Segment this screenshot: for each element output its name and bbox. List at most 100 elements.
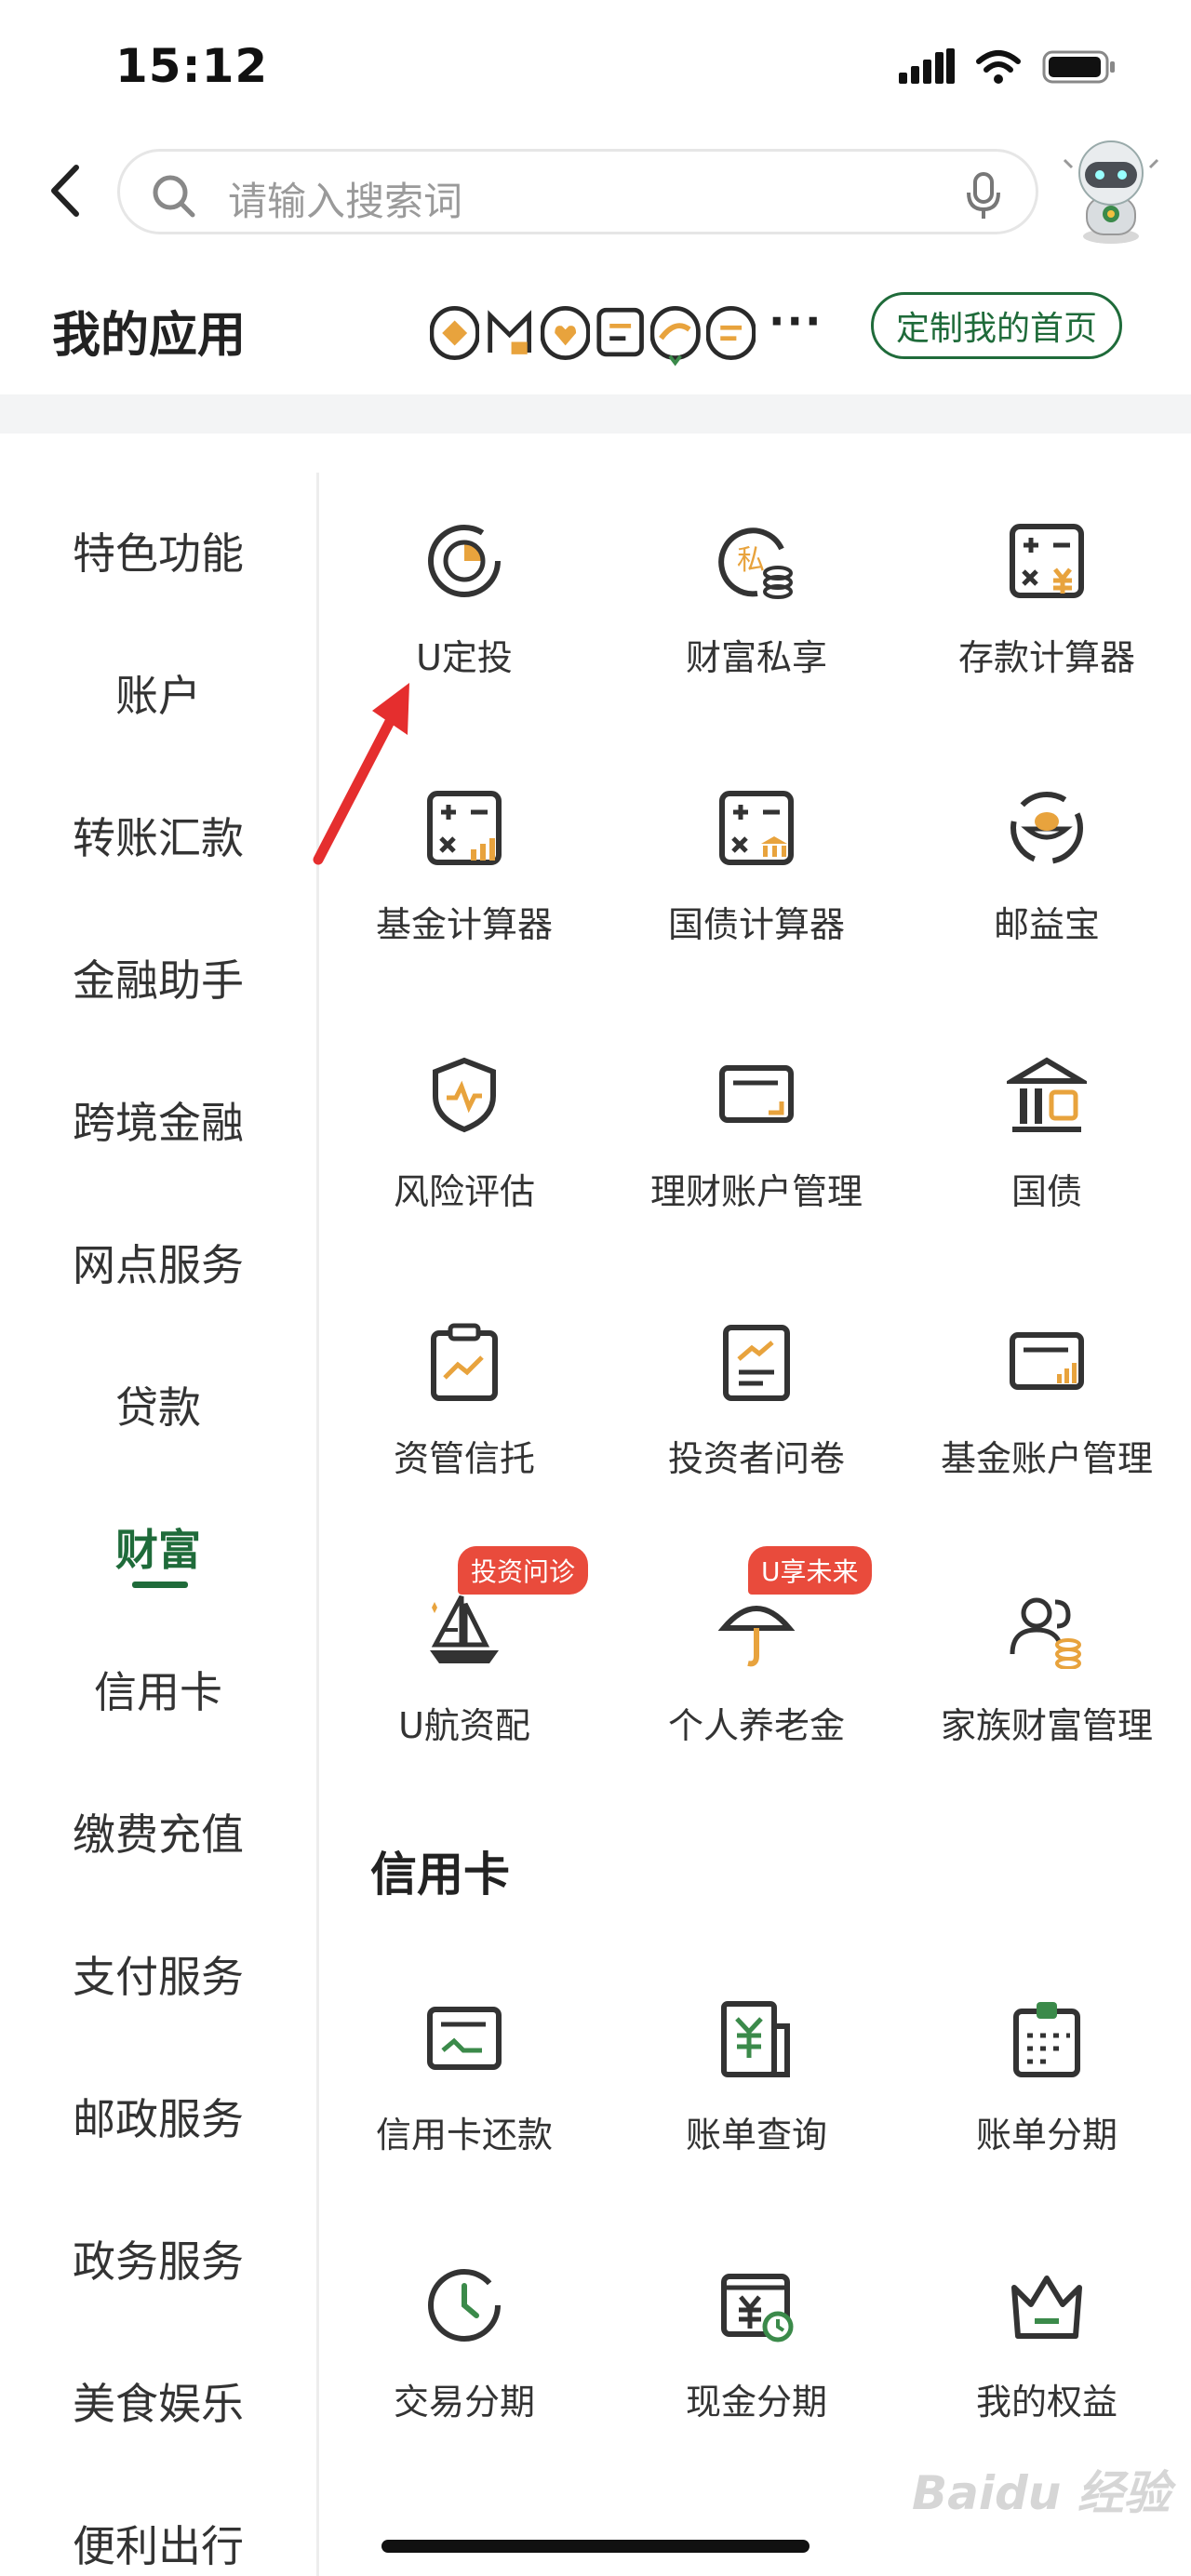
app-label: 存款计算器 [957,637,1135,678]
badge-u-future: U享未来 [748,1546,872,1595]
app-credit-card-repayment[interactable]: 信用卡还款 [322,1998,601,2240]
app-cash-installment[interactable]: 现金分期 [614,2265,893,2507]
document-trend-icon [723,1325,790,1401]
bill-query-icon [721,2001,790,2077]
annotation-arrow [313,683,409,865]
app-bill-installment[interactable]: 账单分期 [904,1998,1184,2240]
sidebar-item-food-entertainment[interactable]: 美食娱乐 [0,2355,316,2448]
wifi-icon [976,50,1021,84]
search-placeholder: 请输入搜索词 [228,179,463,224]
sidebar-item-features[interactable]: 特色功能 [0,504,316,597]
bank-building-icon [1007,1057,1087,1132]
app-risk-assessment[interactable]: 风险评估 [322,1055,601,1297]
calculator-chart-icon [427,791,502,865]
my-app-icon-6[interactable] [705,298,756,368]
svg-text:私: 私 [737,544,765,577]
watermark: Baidu 经验 [912,2466,1171,2520]
app-label: 信用卡还款 [375,2115,553,2156]
more-apps-button[interactable]: ··· [769,296,823,346]
app-label: 投资者问卷 [667,1438,845,1479]
bill-installment-icon [1013,2002,1080,2077]
battery-icon [1042,50,1115,84]
home-indicator[interactable] [381,2540,810,2553]
card-repay-icon [427,2007,502,2070]
my-app-icon-4[interactable] [596,298,645,368]
my-app-icon-2[interactable] [485,298,534,368]
app-label: 交易分期 [393,2382,535,2423]
calculator-bank-icon [719,791,794,865]
sidebar-item-transfer[interactable]: 转账汇款 [0,789,316,882]
sidebar-item-travel[interactable]: 便利出行 [0,2497,316,2576]
my-apps-title: 我的应用 [52,308,247,364]
app-treasury-calculator[interactable]: 国债计算器 [614,788,893,1030]
app-investor-questionnaire[interactable]: 投资者问卷 [614,1322,893,1564]
active-indicator [132,1582,188,1588]
app-bill-query[interactable]: 账单查询 [614,1998,893,2240]
sidebar-item-account[interactable]: 账户 [0,647,316,740]
cash-installment-icon [721,2274,794,2342]
search-input[interactable]: 请输入搜索词 [117,149,1038,234]
app-label: 邮益宝 [993,904,1100,945]
app-label: 基金账户管理 [940,1438,1153,1479]
clock-installment-icon [428,2269,501,2342]
microphone-icon[interactable] [963,170,1004,220]
app-label: 账单分期 [975,2115,1117,2156]
app-asset-trust[interactable]: 资管信托 [322,1322,601,1564]
card-chart-icon [1010,1332,1084,1390]
app-personal-pension[interactable]: 个人养老金 [614,1589,893,1831]
sidebar-item-payment-service[interactable]: 支付服务 [0,1928,316,2021]
my-app-icon-1[interactable] [430,298,480,368]
app-label: U航资配 [398,1705,530,1746]
app-label: 家族财富管理 [940,1705,1153,1746]
app-family-wealth-management[interactable]: 家族财富管理 [904,1589,1184,1831]
app-youyibao[interactable]: 邮益宝 [904,788,1184,1030]
app-label: 现金分期 [685,2382,827,2423]
shield-pulse-icon [433,1057,496,1133]
app-deposit-calculator[interactable]: 存款计算器 [904,521,1184,763]
app-label: 资管信托 [393,1438,535,1479]
app-label: 国债 [1010,1171,1082,1212]
app-wealth-private[interactable]: 私 财富私享 [614,521,893,763]
clock-pie-icon [428,525,501,597]
sidebar-item-government[interactable]: 政务服务 [0,2212,316,2305]
sidebar-item-finance-assistant[interactable]: 金融助手 [0,931,316,1024]
app-treasury-bond[interactable]: 国债 [904,1055,1184,1297]
app-wealth-account-management[interactable]: 理财账户管理 [614,1055,893,1297]
category-sidebar: 特色功能 账户 转账汇款 金融助手 跨境金融 网点服务 贷款 财富 信用卡 缴费… [0,434,318,2576]
customize-home-button[interactable]: 定制我的首页 [871,292,1122,359]
app-u-hang-allocation[interactable]: U航资配 [322,1589,601,1831]
sidebar-item-credit-card[interactable]: 信用卡 [0,1643,316,1736]
my-app-icon-3[interactable] [540,298,590,368]
my-apps-strip[interactable] [430,294,756,372]
app-label: 我的权益 [975,2382,1117,2423]
sidebar-item-branch-service[interactable]: 网点服务 [0,1216,316,1309]
clipboard-trend-icon [431,1323,498,1401]
sidebar-item-loan[interactable]: 贷款 [0,1358,316,1451]
status-icons [899,48,1117,86]
status-time: 15:12 [115,39,269,93]
private-coins-icon: 私 [718,527,793,599]
app-transaction-installment[interactable]: 交易分期 [322,2265,601,2507]
app-label: 理财账户管理 [649,1171,863,1212]
sidebar-item-cross-border[interactable]: 跨境金融 [0,1074,316,1167]
calculator-yuan-icon [1010,524,1084,598]
my-app-icon-5[interactable] [650,298,701,368]
section-separator [0,394,1191,434]
app-label: 国债计算器 [667,904,845,945]
credit-card-section-title: 信用卡 [370,1848,510,1902]
app-fund-account-management[interactable]: 基金账户管理 [904,1322,1184,1564]
app-label: 个人养老金 [667,1705,845,1746]
app-label: 基金计算器 [375,904,553,945]
cellular-signal-icon [899,48,955,84]
family-coins-icon [1010,1597,1081,1669]
back-button[interactable] [41,158,97,223]
app-label: 风险评估 [393,1171,535,1212]
sidebar-item-wealth[interactable]: 财富 [0,1501,316,1594]
card-account-icon [719,1065,794,1123]
sidebar-item-payment-topup[interactable]: 缴费充值 [0,1785,316,1878]
sailboat-icon [430,1595,499,1663]
sidebar-item-postal-service[interactable]: 邮政服务 [0,2070,316,2163]
assistant-robot-avatar[interactable] [1061,138,1161,246]
app-screen: 15:12 请输入搜索词 我的应用 ··· 定制我的首页 特色功能 账户 转账汇… [0,0,1191,2576]
badge-investment-consult: 投资问诊 [458,1546,589,1595]
